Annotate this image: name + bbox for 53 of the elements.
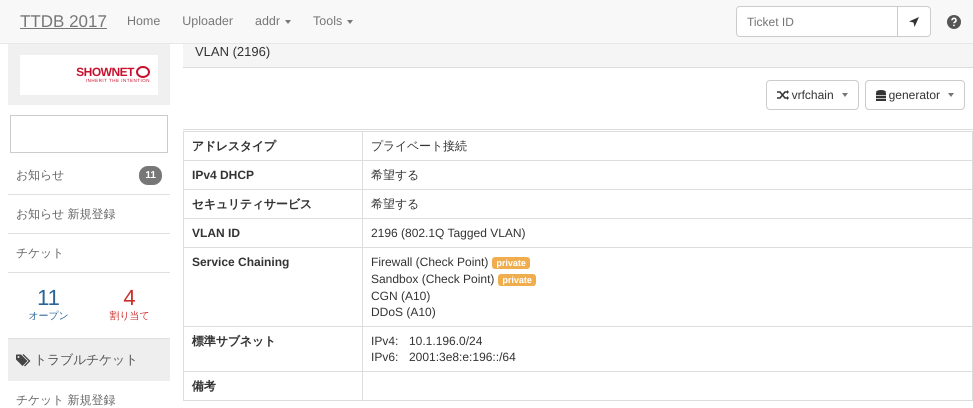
logo-text: SHOWNET — [76, 66, 134, 78]
service-item: Firewall (Check Point) — [371, 255, 488, 269]
field-value: プライベート接続 — [362, 132, 972, 160]
disc-icon — [136, 66, 150, 78]
private-tag: private — [498, 274, 536, 286]
shuffle-icon — [776, 90, 789, 100]
subnet-value: 2001:3e8:e:196::/64 — [409, 350, 516, 364]
service-item: DDoS (A10) — [371, 305, 436, 319]
field-label: セキュリティサービス — [184, 190, 362, 218]
subnet-key: IPv6: — [371, 349, 409, 365]
dropdown-button[interactable]: vrfchain — [766, 80, 859, 110]
field-value: 希望する — [362, 190, 972, 218]
stat-label: オープン — [28, 310, 68, 324]
stat-value[interactable]: 11 — [28, 287, 68, 309]
tags-icon — [16, 354, 31, 366]
sidebar-item[interactable]: チケット — [8, 234, 170, 273]
help-icon[interactable] — [947, 15, 961, 30]
sidebar-item-label: お知らせ 新規登録 — [16, 206, 116, 223]
field-label: Service Chaining — [184, 248, 362, 326]
field-label: IPv4 DHCP — [184, 160, 362, 190]
sidebar-item[interactable]: お知らせ 新規登録 — [8, 195, 170, 234]
nav-link[interactable]: Home — [126, 12, 160, 31]
stat-value[interactable]: 4 — [110, 287, 150, 309]
sidebar-item[interactable]: お知らせ 11 — [8, 156, 170, 195]
panel-title: VLAN (2196) — [183, 44, 973, 68]
sidebar-item-label: チケット — [16, 245, 64, 262]
private-tag: private — [492, 257, 530, 269]
stat-label: 割り当て — [110, 310, 150, 324]
sidebar-item-label: チケット 新規登録 — [16, 392, 116, 408]
nav-link[interactable]: Uploader — [182, 12, 234, 31]
count-badge: 11 — [139, 166, 162, 184]
database-icon — [876, 90, 886, 100]
search-field[interactable] — [10, 115, 168, 153]
field-label: 備考 — [184, 372, 362, 400]
service-item: CGN (A10) — [371, 289, 430, 303]
field-label: アドレスタイプ — [184, 132, 362, 160]
dropdown-button[interactable]: generator — [864, 80, 965, 110]
field-value: 2196 (802.1Q Tagged VLAN) — [362, 218, 972, 248]
go-button[interactable] — [898, 6, 931, 37]
dropdown-link[interactable]: addr — [255, 12, 292, 31]
section-header-label: トラブルチケット — [34, 351, 138, 370]
brand-link[interactable]: TTDB 2017 — [20, 8, 107, 34]
field-label: VLAN ID — [184, 218, 362, 248]
dropdown-link[interactable]: Tools — [313, 12, 354, 31]
sidebar-item[interactable]: チケット 新規登録 — [8, 381, 170, 408]
subnet-value: 10.1.196.0/24 — [409, 334, 482, 348]
location-arrow-icon — [909, 16, 919, 26]
field-value: 希望する — [362, 160, 972, 190]
field-label: 標準サブネット — [184, 326, 362, 372]
subnet-key: IPv4: — [371, 333, 409, 349]
ticket-id-field[interactable]: Ticket ID — [736, 6, 898, 37]
service-item: Sandbox (Check Point) — [371, 272, 494, 286]
sidebar-item-label: お知らせ — [16, 167, 64, 184]
